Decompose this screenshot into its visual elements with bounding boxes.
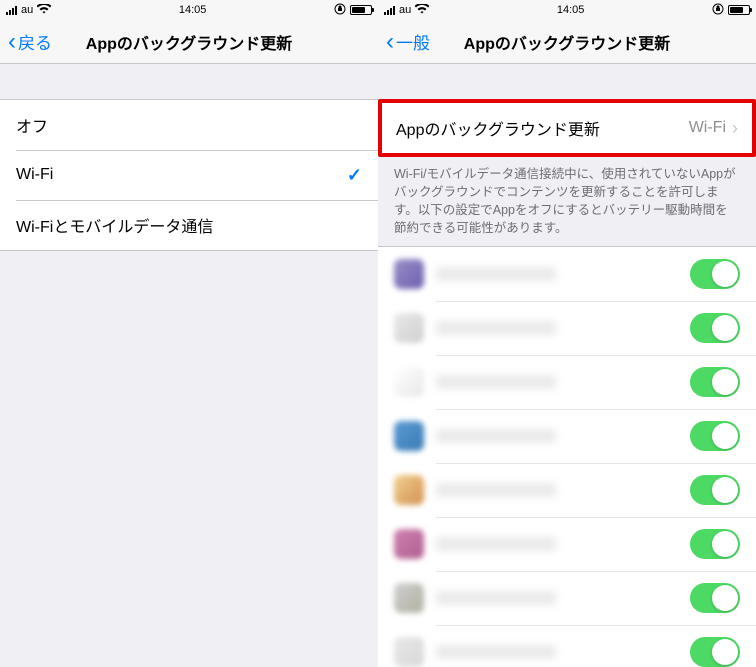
back-label: 一般: [396, 29, 430, 54]
app-toggle[interactable]: [690, 421, 740, 451]
app-icon: [394, 259, 424, 289]
option-label: Wi-Fi: [16, 166, 53, 184]
clock-label: 14:05: [557, 4, 585, 16]
clock-label: 14:05: [179, 4, 207, 16]
options-list: オフ Wi-Fi ✓ Wi-Fiとモバイルデータ通信: [0, 99, 378, 251]
signal-icon: [384, 5, 395, 15]
app-toggle[interactable]: [690, 259, 740, 289]
app-icon: [394, 529, 424, 559]
app-name-blurred: [436, 267, 556, 281]
option-row[interactable]: Wi-Fiとモバイルデータ通信: [0, 200, 378, 250]
page-title: Appのバックグラウンド更新: [378, 30, 756, 54]
phone-right: au 14:05 ‹ 一般 Appのバックグラウンド更新 Appのバックグラウン…: [378, 0, 756, 667]
app-icon: [394, 313, 424, 343]
app-list: [378, 246, 756, 667]
app-name-blurred: [436, 645, 556, 659]
nav-bar: ‹ 戻る Appのバックグラウンド更新: [0, 20, 378, 64]
option-row[interactable]: オフ: [0, 100, 378, 150]
app-row: [378, 247, 756, 301]
app-name-blurred: [436, 321, 556, 335]
setting-value: Wi-Fi: [689, 119, 726, 137]
app-name-blurred: [436, 375, 556, 389]
back-label: 戻る: [18, 29, 52, 54]
app-name-blurred: [436, 429, 556, 443]
chevron-left-icon: ‹: [386, 30, 394, 54]
app-toggle[interactable]: [690, 475, 740, 505]
app-toggle[interactable]: [690, 367, 740, 397]
page-title: Appのバックグラウンド更新: [0, 30, 378, 54]
carrier-label: au: [21, 4, 33, 16]
battery-icon: [728, 5, 750, 15]
status-bar: au 14:05: [0, 0, 378, 20]
app-name-blurred: [436, 591, 556, 605]
app-icon: [394, 475, 424, 505]
app-name-blurred: [436, 537, 556, 551]
app-row: [378, 355, 756, 409]
app-toggle[interactable]: [690, 529, 740, 559]
wifi-icon: [37, 3, 51, 17]
background-refresh-row[interactable]: Appのバックグラウンド更新 Wi-Fi ›: [382, 103, 752, 153]
battery-icon: [350, 5, 372, 15]
back-button[interactable]: ‹ 一般: [386, 29, 430, 54]
option-row[interactable]: Wi-Fi ✓: [0, 150, 378, 200]
app-row: [378, 571, 756, 625]
app-toggle[interactable]: [690, 313, 740, 343]
app-icon: [394, 637, 424, 667]
nav-bar: ‹ 一般 Appのバックグラウンド更新: [378, 20, 756, 64]
back-button[interactable]: ‹ 戻る: [8, 29, 52, 54]
app-icon: [394, 583, 424, 613]
app-name-blurred: [436, 483, 556, 497]
chevron-right-icon: ›: [732, 118, 738, 139]
app-row: [378, 301, 756, 355]
app-row: [378, 409, 756, 463]
checkmark-icon: ✓: [347, 165, 362, 186]
signal-icon: [6, 5, 17, 15]
option-label: Wi-Fiとモバイルデータ通信: [16, 213, 213, 237]
app-icon: [394, 421, 424, 451]
app-row: [378, 625, 756, 667]
status-bar: au 14:05: [378, 0, 756, 20]
footer-description: Wi-Fi/モバイルデータ通信接続中に、使用されていないAppがバックグラウンド…: [378, 157, 756, 246]
app-icon: [394, 367, 424, 397]
app-row: [378, 463, 756, 517]
app-row: [378, 517, 756, 571]
app-toggle[interactable]: [690, 637, 740, 667]
wifi-icon: [415, 3, 429, 17]
chevron-left-icon: ‹: [8, 30, 16, 54]
option-label: オフ: [16, 113, 48, 137]
highlighted-setting: Appのバックグラウンド更新 Wi-Fi ›: [378, 99, 756, 157]
carrier-label: au: [399, 4, 411, 16]
app-toggle[interactable]: [690, 583, 740, 613]
orientation-lock-icon: [334, 3, 346, 18]
setting-label: Appのバックグラウンド更新: [396, 116, 689, 140]
orientation-lock-icon: [712, 3, 724, 18]
phone-left: au 14:05 ‹ 戻る Appのバックグラウンド更新 オフWi-Fi✓Wi-…: [0, 0, 378, 667]
